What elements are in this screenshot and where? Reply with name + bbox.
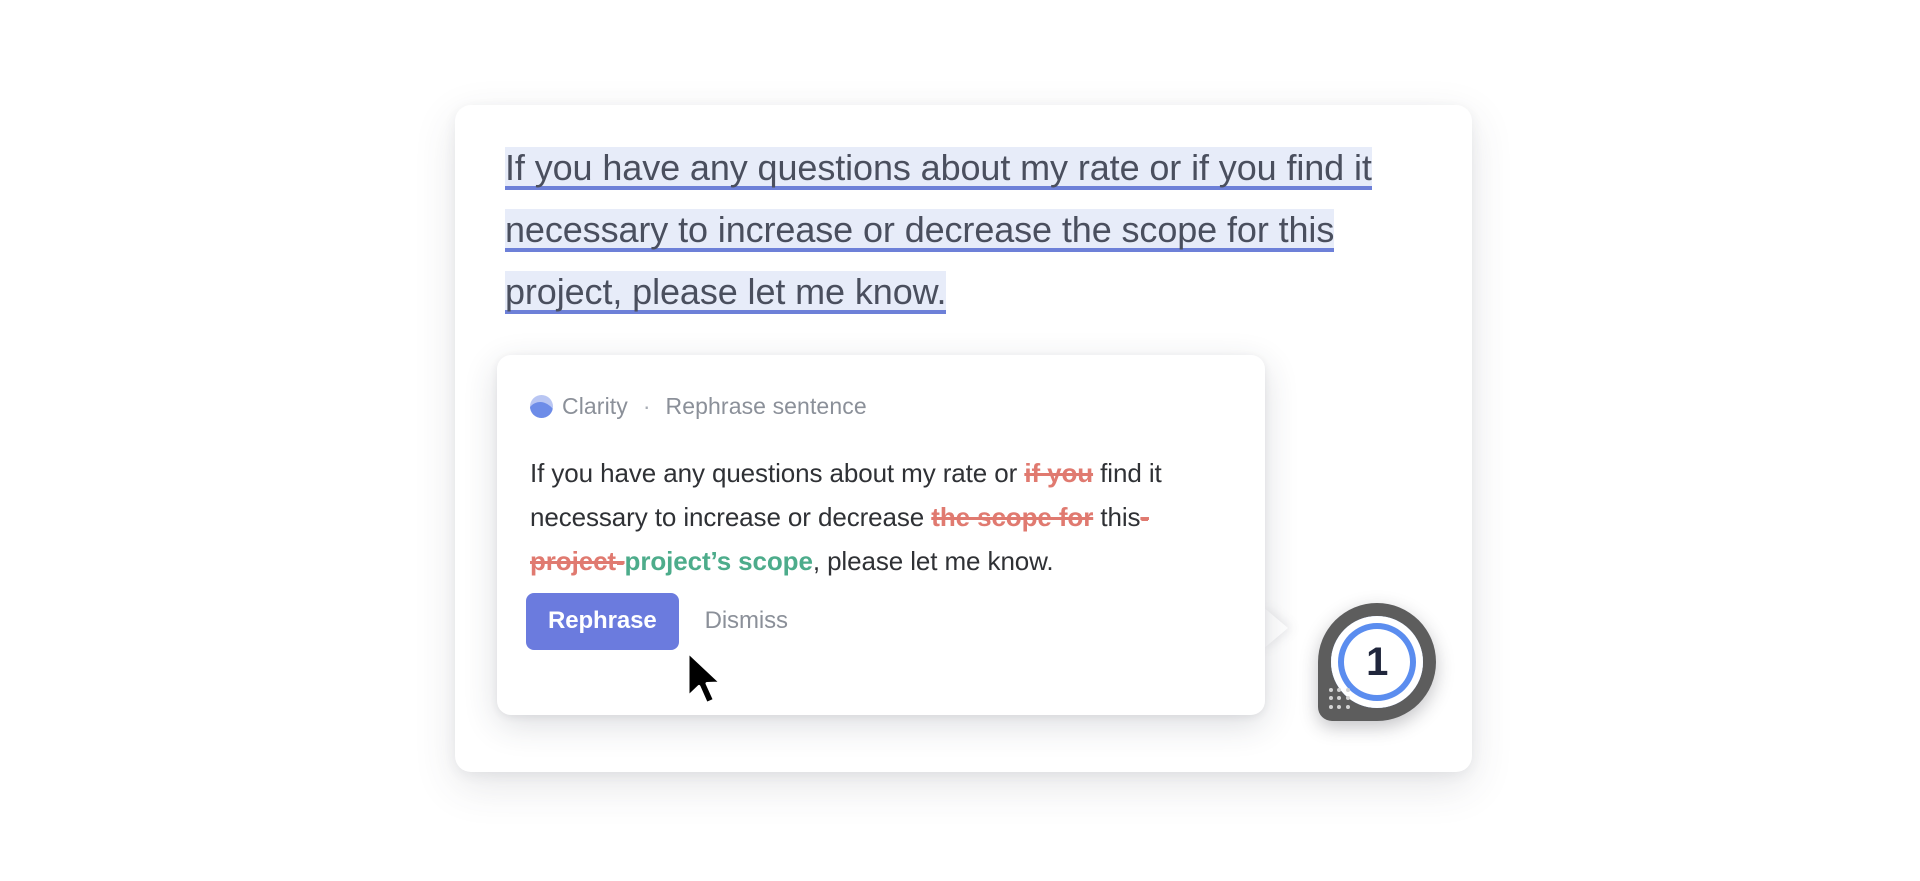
suggestion-count-badge[interactable]: 1 bbox=[1318, 603, 1436, 721]
suggestion-header: Clarity · Rephrase sentence bbox=[530, 393, 867, 420]
unchanged-text: this bbox=[1093, 502, 1141, 532]
rephrase-button[interactable]: Rephrase bbox=[526, 593, 679, 650]
suggestion-card-tail bbox=[1262, 606, 1288, 650]
suggestion-category-label: Clarity bbox=[562, 393, 628, 419]
screen: If you have any questions about my rate … bbox=[0, 0, 1920, 881]
document-text[interactable]: If you have any questions about my rate … bbox=[505, 137, 1435, 323]
suggestion-type-label: Rephrase sentence bbox=[665, 393, 867, 419]
unchanged-text: , please let me know. bbox=[812, 546, 1054, 576]
deleted-text: if you bbox=[1024, 458, 1094, 488]
suggestion-actions: Rephrase Dismiss bbox=[526, 593, 808, 650]
clarity-icon bbox=[530, 395, 553, 418]
suggestion-card: Clarity · Rephrase sentence If you have … bbox=[497, 355, 1265, 715]
suggestion-count: 1 bbox=[1366, 640, 1388, 684]
separator-dot: · bbox=[642, 393, 651, 419]
inserted-text: project’s scope bbox=[624, 546, 813, 576]
deleted-text: the scope for bbox=[931, 502, 1094, 532]
dismiss-button[interactable]: Dismiss bbox=[685, 593, 808, 650]
unchanged-text: If you have any questions about my rate … bbox=[530, 458, 1025, 488]
drag-handle-icon[interactable] bbox=[1329, 688, 1351, 710]
highlighted-sentence[interactable]: If you have any questions about my rate … bbox=[505, 147, 1372, 314]
suggestion-preview-text: If you have any questions about my rate … bbox=[530, 451, 1240, 583]
